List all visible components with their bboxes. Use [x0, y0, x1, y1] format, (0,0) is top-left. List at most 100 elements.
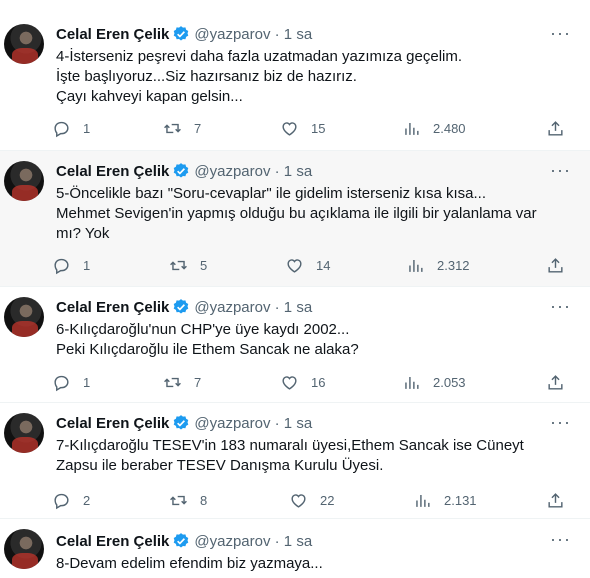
tweet-feed: Celal Eren Çelik @yazparov · 1 sa ··· 4-… [0, 0, 590, 578]
more-horizontal-icon[interactable]: ··· [550, 530, 570, 552]
tweet-text-line: mı? Yok [56, 225, 110, 242]
tweet-text: 4-İsterseniz peşrevi daha fazla uzatmada… [56, 47, 566, 107]
retweet-button[interactable]: 5 [169, 254, 207, 276]
verified-badge-icon [174, 26, 189, 41]
like-button[interactable]: 22 [289, 489, 334, 511]
tweet[interactable]: Celal Eren Çelik @yazparov · 1 sa ··· 8-… [0, 519, 590, 578]
reply-count: 1 [83, 257, 91, 273]
more-horizontal-icon[interactable]: ··· [550, 297, 570, 319]
retweet-button[interactable]: 7 [163, 117, 201, 139]
retweet-count: 8 [200, 492, 208, 508]
views-icon [409, 259, 423, 272]
views-icon [405, 376, 419, 389]
author-name[interactable]: Celal Eren Çelik [56, 415, 169, 432]
share-button[interactable] [546, 117, 565, 139]
tweet-actions: 1 7 15 2.480 [52, 117, 572, 139]
tweet[interactable]: Celal Eren Çelik @yazparov · 1 sa ··· 5-… [0, 151, 590, 287]
views-button[interactable]: 2.312 [406, 254, 470, 276]
like-count: 22 [320, 492, 335, 508]
reply-icon [54, 121, 69, 137]
views-count: 2.053 [433, 374, 466, 390]
tweet[interactable]: Celal Eren Çelik @yazparov · 1 sa ··· 6-… [0, 287, 590, 403]
share-button[interactable] [546, 489, 565, 511]
tweet-text-line: 6-Kılıçdaroğlu'nun CHP'ye üye kaydı 2002… [56, 321, 350, 338]
like-button[interactable]: 16 [280, 371, 325, 393]
more-horizontal-icon[interactable]: ··· [550, 413, 570, 435]
tweet-header: Celal Eren Çelik @yazparov · 1 sa [56, 413, 312, 433]
verified-badge-icon [174, 299, 189, 314]
tweet-text-line: 8-Devam edelim efendim biz yazmaya... [56, 555, 323, 572]
tweet-text-line: İşte başlıyoruz...Siz hazırsanız biz de … [56, 68, 357, 85]
author-name[interactable]: Celal Eren Çelik [56, 26, 169, 43]
tweet[interactable]: Celal Eren Çelik @yazparov · 1 sa ··· 7-… [0, 403, 590, 519]
tweet-actions: 2 8 22 2.131 [52, 489, 572, 511]
retweet-icon [164, 123, 181, 133]
reply-icon [54, 375, 69, 391]
reply-count: 1 [83, 374, 91, 390]
share-icon [548, 374, 563, 390]
retweet-icon [164, 377, 181, 387]
more-horizontal-icon[interactable]: ··· [550, 24, 570, 46]
tweet-actions: 1 5 14 2.312 [52, 254, 572, 276]
heart-icon [291, 493, 306, 508]
avatar[interactable] [4, 24, 44, 64]
views-count: 2.131 [444, 492, 477, 508]
author-name[interactable]: Celal Eren Çelik [56, 163, 169, 180]
views-button[interactable]: 2.480 [402, 117, 466, 139]
views-button[interactable]: 2.053 [402, 371, 466, 393]
avatar[interactable] [4, 161, 44, 201]
like-button[interactable]: 14 [285, 254, 330, 276]
views-count: 2.480 [433, 120, 466, 136]
reply-button[interactable]: 2 [52, 489, 90, 511]
more-horizontal-icon[interactable]: ··· [550, 161, 570, 183]
verified-badge-icon [174, 163, 189, 178]
tweet-text-line: Mehmet Sevigen'in yapmış olduğu bu açıkl… [56, 205, 537, 222]
views-button[interactable]: 2.131 [413, 489, 477, 511]
views-icon [405, 122, 419, 135]
author-handle[interactable]: @yazparov · 1 sa [194, 299, 312, 316]
tweet-text-line: 4-İsterseniz peşrevi daha fazla uzatmada… [56, 48, 463, 65]
reply-icon [54, 258, 69, 274]
tweet-text-line: 5-Öncelikle bazı "Soru-cevaplar" ile gid… [56, 185, 486, 202]
retweet-count: 5 [200, 257, 208, 273]
share-icon [548, 120, 563, 136]
avatar[interactable] [4, 529, 44, 569]
author-handle[interactable]: @yazparov · 1 sa [194, 415, 312, 432]
views-count: 2.312 [437, 257, 470, 273]
reply-icon [54, 493, 69, 509]
reply-count: 1 [83, 120, 91, 136]
tweet-header: Celal Eren Çelik @yazparov · 1 sa [56, 24, 312, 44]
tweet-header: Celal Eren Çelik @yazparov · 1 sa [56, 531, 312, 551]
heart-icon [287, 258, 302, 273]
like-count: 16 [311, 374, 326, 390]
heart-icon [282, 121, 297, 136]
share-button[interactable] [546, 371, 565, 393]
retweet-icon [170, 260, 187, 270]
tweet-text-line: Peki Kılıçdaroğlu ile Ethem Sancak ne al… [56, 341, 359, 358]
author-handle[interactable]: @yazparov · 1 sa [194, 533, 312, 550]
tweet-text: 8-Devam edelim efendim biz yazmaya... [56, 554, 566, 574]
avatar[interactable] [4, 413, 44, 453]
heart-icon [282, 375, 297, 390]
like-button[interactable]: 15 [280, 117, 325, 139]
share-icon [548, 492, 563, 508]
author-handle[interactable]: @yazparov · 1 sa [194, 163, 312, 180]
reply-button[interactable]: 1 [52, 254, 90, 276]
tweet-text: 6-Kılıçdaroğlu'nun CHP'ye üye kaydı 2002… [56, 320, 566, 360]
retweet-button[interactable]: 8 [169, 489, 207, 511]
tweet-text-line: Zapsu ile beraber TESEV Danışma Kurulu Ü… [56, 457, 384, 474]
author-name[interactable]: Celal Eren Çelik [56, 533, 169, 550]
tweet[interactable]: Celal Eren Çelik @yazparov · 1 sa ··· 4-… [0, 0, 590, 151]
reply-button[interactable]: 1 [52, 117, 90, 139]
author-name[interactable]: Celal Eren Çelik [56, 299, 169, 316]
tweet-text-line: 7-Kılıçdaroğlu TESEV'in 183 numaralı üye… [56, 437, 524, 454]
reply-button[interactable]: 1 [52, 371, 90, 393]
retweet-button[interactable]: 7 [163, 371, 201, 393]
views-icon [416, 494, 430, 507]
tweet-text-line: Çayı kahveyi kapan gelsin... [56, 88, 243, 105]
share-button[interactable] [546, 254, 565, 276]
like-count: 14 [316, 257, 331, 273]
author-handle[interactable]: @yazparov · 1 sa [194, 26, 312, 43]
retweet-count: 7 [194, 374, 202, 390]
avatar[interactable] [4, 297, 44, 337]
